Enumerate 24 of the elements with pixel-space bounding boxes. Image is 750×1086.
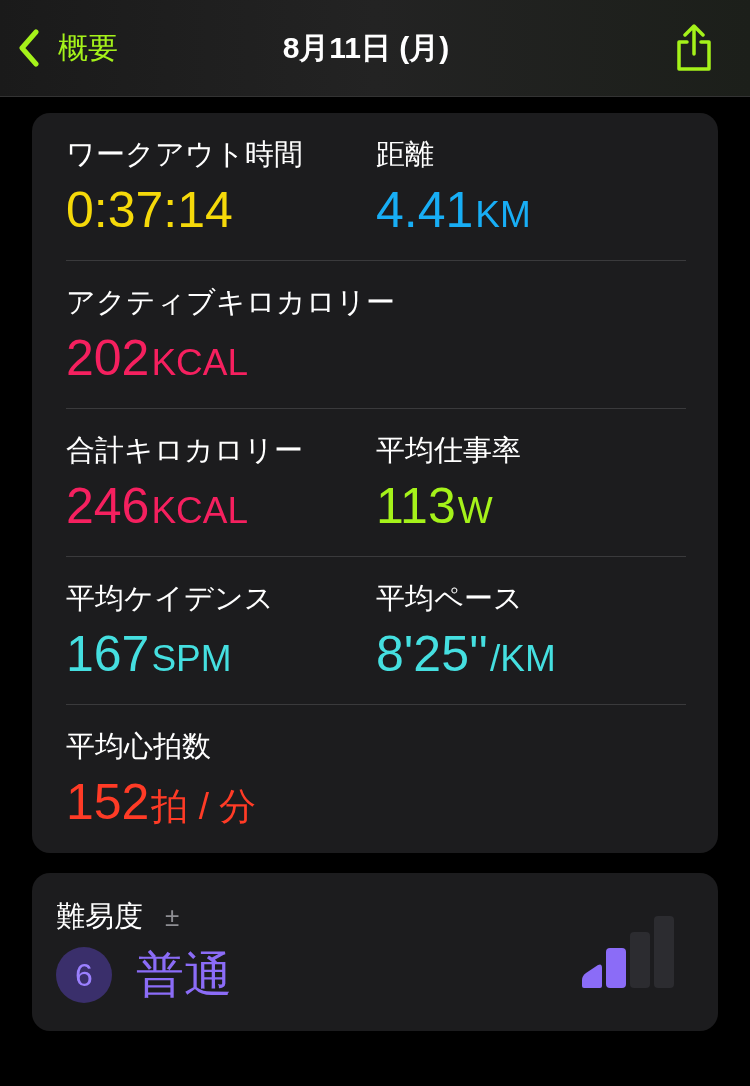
metric-value: 167SPM: [66, 625, 233, 683]
effort-rating: 普通: [136, 947, 232, 1003]
metric-value: 246KCAL: [66, 477, 250, 535]
metric-value: 4.41KM: [376, 181, 532, 239]
share-icon[interactable]: [674, 24, 714, 72]
metric-label: アクティブキロカロリー: [66, 285, 396, 320]
metric-label: ワークアウト時間: [66, 137, 304, 172]
metric-label: 平均ペース: [376, 581, 524, 616]
nav-title: 8月11日 (月): [282, 29, 450, 66]
metric-value: 8'25''/KM: [376, 625, 557, 683]
metric-value: 202KCAL: [66, 329, 250, 387]
metric-label: 平均仕事率: [376, 433, 522, 468]
metric-value: 152拍 / 分: [66, 773, 258, 832]
adjust-icon[interactable]: ±: [165, 901, 180, 933]
metric-label: 平均ケイデンス: [66, 581, 275, 616]
metric-value: 0:37:14: [66, 181, 234, 239]
metric-label: 平均心拍数: [66, 729, 212, 764]
chevron-left-icon: [18, 29, 40, 67]
metric-label: 距離: [376, 137, 435, 172]
metric-value: 113W: [376, 477, 494, 535]
effort-score-badge: 6: [56, 947, 112, 1003]
back-button[interactable]: 概要: [18, 27, 118, 69]
effort-label: 難易度: [56, 899, 143, 934]
metric-label: 合計キロカロリー: [66, 433, 304, 468]
